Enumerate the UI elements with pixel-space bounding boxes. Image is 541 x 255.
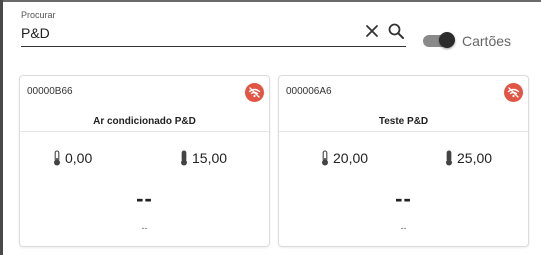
close-icon xyxy=(366,25,378,37)
current-value: -- xyxy=(136,186,153,211)
min-temperature: 20,00 xyxy=(321,148,368,168)
clear-search-button[interactable] xyxy=(364,23,380,39)
search-input[interactable] xyxy=(21,24,351,42)
current-subvalue: -- xyxy=(400,223,407,233)
cards-view-label: Cartões xyxy=(462,33,512,49)
device-id: 000006A6 xyxy=(286,86,332,97)
thermometer-high-icon xyxy=(446,150,452,166)
toggle-knob xyxy=(439,32,455,48)
max-temperature-value: 15,00 xyxy=(192,150,228,166)
wifi-off-icon xyxy=(504,83,523,102)
card-divider xyxy=(20,131,269,132)
thermometer-high-icon xyxy=(181,150,187,166)
device-id: 00000B66 xyxy=(27,86,73,97)
min-temperature-value: 0,00 xyxy=(65,150,93,166)
current-value: -- xyxy=(395,186,412,211)
min-temperature-value: 20,00 xyxy=(333,150,369,166)
max-temperature-value: 25,00 xyxy=(457,150,493,166)
wifi-off-icon xyxy=(245,83,264,102)
device-name: Ar condicionado P&D xyxy=(93,116,196,127)
max-temperature: 25,00 xyxy=(445,148,492,168)
window-left-border xyxy=(0,0,3,255)
device-name: Teste P&D xyxy=(378,116,429,127)
device-card[interactable]: 000006A6 Teste P&D 20,00 25,00 -- -- xyxy=(278,75,529,247)
current-subvalue: -- xyxy=(141,223,148,233)
search-icon xyxy=(388,23,404,39)
search-label: Procurar xyxy=(21,10,56,20)
search-button[interactable] xyxy=(387,22,405,40)
thermometer-low-icon xyxy=(322,150,328,166)
device-card[interactable]: 00000B66 Ar condicionado P&D 0,00 15,00 … xyxy=(19,75,270,247)
min-temperature: 0,00 xyxy=(53,148,92,168)
search-field[interactable]: Procurar xyxy=(21,10,406,47)
card-divider xyxy=(279,131,528,132)
window-top-border xyxy=(0,0,541,2)
cards-view-toggle[interactable] xyxy=(423,31,457,49)
max-temperature: 15,00 xyxy=(180,148,227,168)
thermometer-low-icon xyxy=(54,150,60,166)
